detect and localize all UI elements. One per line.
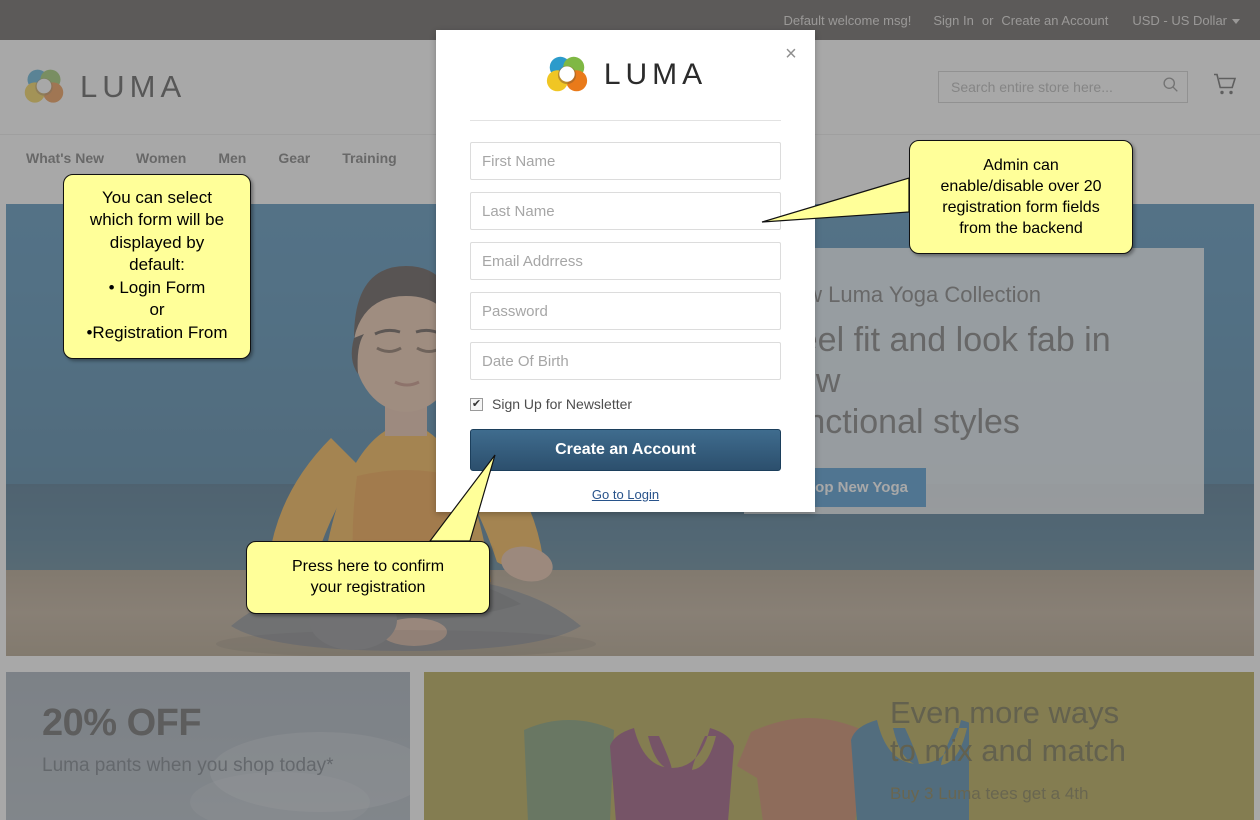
callout-line: registration form fields: [942, 199, 1100, 217]
newsletter-checkbox-row[interactable]: ✔ Sign Up for Newsletter: [470, 396, 781, 412]
registration-modal: × LUMA First Name Last Name Email Addrre…: [436, 30, 815, 512]
page-root: Default welcome msg! Sign In or Create a…: [0, 0, 1260, 820]
callout-line: or: [149, 300, 165, 320]
callout-confirm-registration: Press here to confirm your registration: [246, 541, 490, 614]
callout-line: which form will be: [89, 210, 225, 230]
modal-logo-text: LUMA: [603, 58, 708, 91]
callout-default-form: You can select which form will be displa…: [63, 174, 251, 360]
last-name-input[interactable]: [470, 192, 781, 230]
go-to-login-link[interactable]: Go to Login: [470, 487, 781, 502]
callout-line: Press here to confirm: [291, 558, 445, 575]
newsletter-checkbox[interactable]: ✔: [470, 397, 483, 411]
callout-line: your registration: [310, 579, 426, 597]
callout-line: default:: [129, 255, 185, 275]
newsletter-label: Sign Up for Newsletter: [492, 396, 633, 412]
callout-line: displayed by: [109, 232, 205, 252]
email-input[interactable]: [470, 242, 781, 280]
close-icon[interactable]: ×: [777, 40, 805, 68]
create-account-button[interactable]: Create an Account: [470, 429, 781, 471]
registration-form: ✔ Sign Up for Newsletter Create an Accou…: [436, 121, 815, 502]
date-of-birth-input[interactable]: [470, 342, 781, 380]
callout-line: Admin can: [983, 157, 1059, 174]
callout-line: enable/disable over 20: [940, 178, 1102, 196]
password-input[interactable]: [470, 292, 781, 330]
callout-line: from the backend: [959, 220, 1083, 238]
luma-logo-icon: [544, 52, 590, 98]
modal-logo: LUMA: [436, 30, 815, 120]
callout-admin-fields: Admin can enable/disable over 20 registr…: [909, 140, 1133, 255]
callout-line: You can select: [102, 188, 212, 207]
first-name-input[interactable]: [470, 142, 781, 180]
callout-line: •Registration From: [86, 322, 228, 342]
callout-line: • Login Form: [108, 277, 206, 297]
